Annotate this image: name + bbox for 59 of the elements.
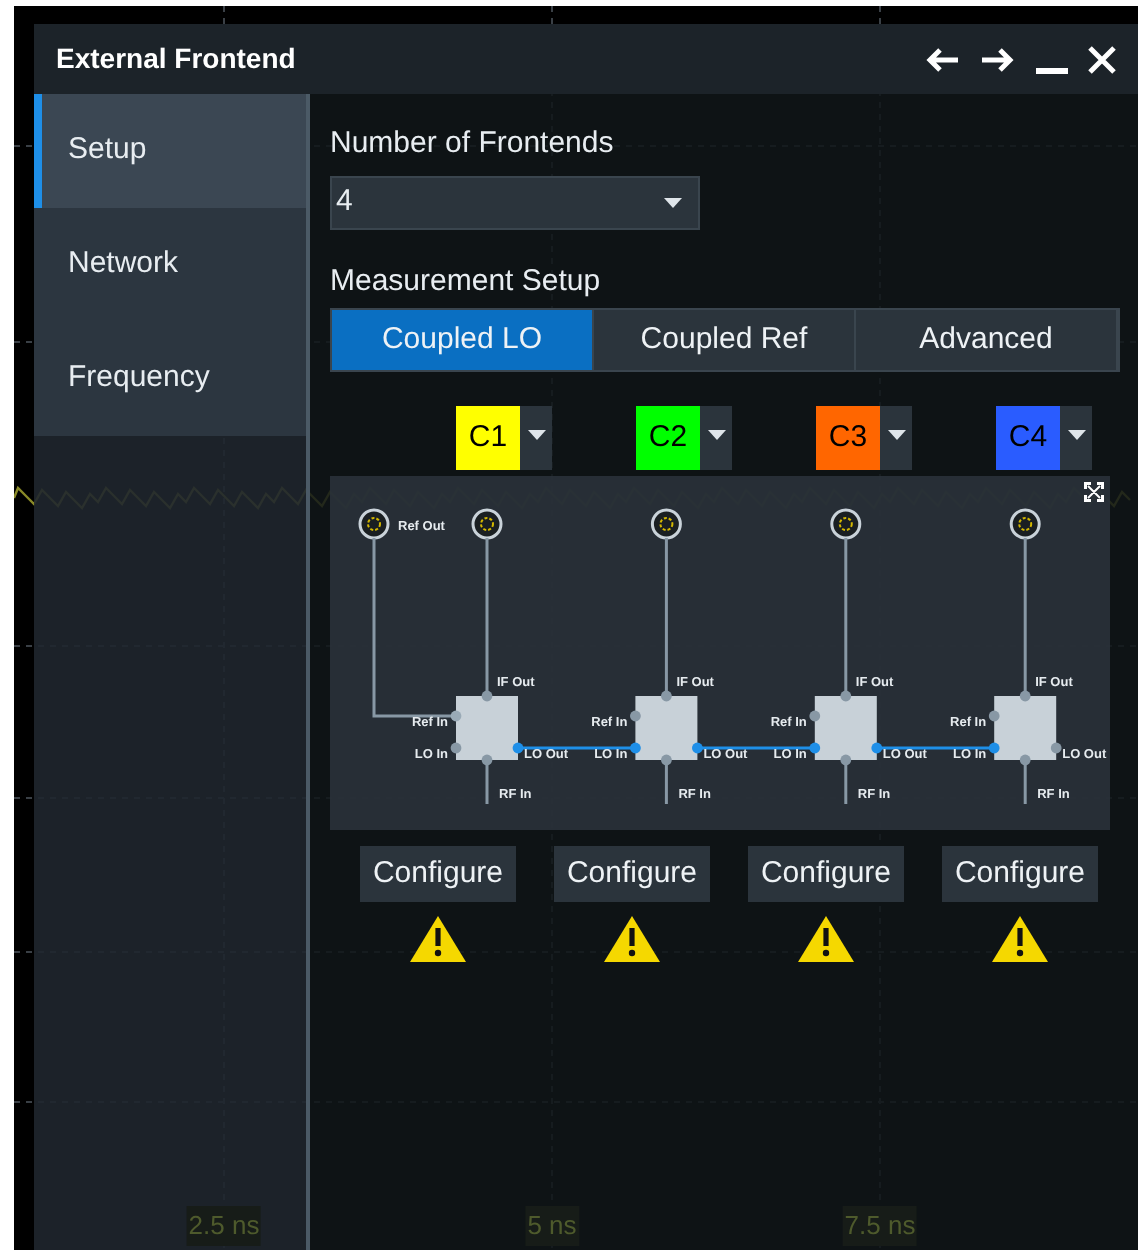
field-label: Number of Frontends bbox=[330, 126, 616, 162]
arrow-left-icon[interactable] bbox=[924, 45, 960, 73]
caret-icon bbox=[708, 430, 726, 440]
frontend-block bbox=[814, 696, 877, 760]
port-dot bbox=[988, 742, 1000, 754]
axis-label: 2.5 ns bbox=[186, 1206, 262, 1245]
port-dot bbox=[1019, 690, 1031, 702]
section-label: Measurement Setup bbox=[330, 264, 603, 300]
channel-tag: C2 bbox=[636, 406, 700, 470]
arrow-right-icon[interactable] bbox=[980, 45, 1016, 73]
caret-icon bbox=[1068, 430, 1086, 440]
port-dot bbox=[809, 742, 821, 754]
ref-out-connector-icon bbox=[358, 508, 390, 540]
window-title: External Frontend bbox=[56, 40, 296, 78]
port-dot bbox=[481, 754, 493, 766]
connector-icon bbox=[1009, 508, 1041, 540]
configure-button[interactable]: Configure bbox=[554, 846, 710, 902]
connector-icon bbox=[830, 508, 862, 540]
port-dot bbox=[450, 742, 462, 754]
port-dot bbox=[840, 754, 852, 766]
connector-icon bbox=[471, 508, 503, 540]
channel-tag: C4 bbox=[996, 406, 1060, 470]
port-dot bbox=[840, 690, 852, 702]
configure-button[interactable]: Configure bbox=[942, 846, 1098, 902]
configure-button[interactable]: Configure bbox=[360, 846, 516, 902]
signal-line bbox=[485, 760, 489, 804]
caret-icon bbox=[528, 430, 546, 440]
connector-icon bbox=[650, 508, 682, 540]
port-dot bbox=[661, 754, 672, 766]
port-dot bbox=[481, 690, 493, 702]
channel-dropdown[interactable]: C4 bbox=[996, 406, 1092, 470]
axis-label: 5 ns bbox=[525, 1206, 579, 1245]
mode-tab[interactable]: Coupled Ref bbox=[594, 310, 856, 370]
port-dot bbox=[630, 742, 641, 754]
channel-dropdown[interactable]: C2 bbox=[636, 406, 732, 470]
signal-line bbox=[664, 760, 668, 804]
mode-tab[interactable]: Advanced bbox=[856, 310, 1118, 370]
channel-tag: C1 bbox=[456, 406, 520, 470]
frontend-block bbox=[456, 696, 518, 760]
signal-line bbox=[844, 760, 848, 804]
mode-tab[interactable]: Coupled LO bbox=[332, 310, 594, 370]
channel-dropdown[interactable]: C1 bbox=[456, 406, 552, 470]
close-icon[interactable] bbox=[1088, 45, 1116, 73]
expand-icon[interactable] bbox=[1084, 482, 1104, 502]
caret-icon bbox=[888, 430, 906, 440]
sidebar-item[interactable]: Frequency bbox=[34, 322, 306, 436]
caret-icon bbox=[664, 198, 682, 208]
frontends-dropdown[interactable]: 4 bbox=[330, 176, 700, 230]
configure-button[interactable]: Configure bbox=[748, 846, 904, 902]
frontend-block bbox=[994, 696, 1057, 760]
axis-label: 7.5 ns bbox=[842, 1206, 918, 1245]
frontend-block bbox=[635, 696, 698, 760]
channel-dropdown[interactable]: C3 bbox=[816, 406, 912, 470]
sidebar-item[interactable]: Setup bbox=[34, 94, 306, 208]
port-dot bbox=[661, 690, 672, 702]
port-dot bbox=[1019, 754, 1031, 766]
channel-tag: C3 bbox=[816, 406, 880, 470]
signal-line bbox=[1023, 760, 1027, 804]
sidebar-item[interactable]: Network bbox=[34, 208, 306, 322]
